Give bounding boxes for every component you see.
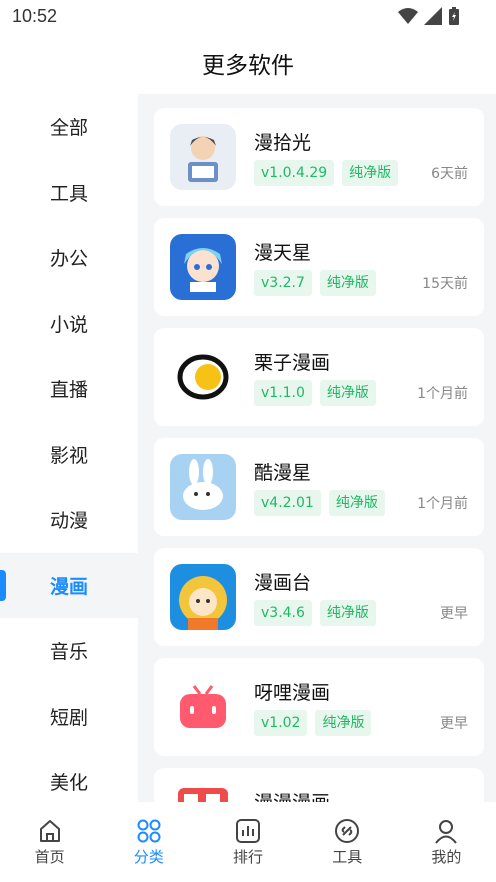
sidebar-item-label: 短剧 [49, 706, 88, 729]
book-icon [170, 784, 236, 802]
app-name: 呀哩漫画 [254, 682, 331, 704]
sidebar-item-tools[interactable]: 工具 [0, 160, 138, 226]
sidebar-item-label: 小说 [49, 313, 88, 336]
app-name: 酷漫星 [254, 462, 312, 484]
nav-label: 分类 [133, 848, 164, 866]
app-name: 栗子漫画 [254, 352, 331, 374]
sidebar-item-beautify[interactable]: 美化 [0, 749, 138, 802]
home-icon [39, 820, 60, 842]
app-card[interactable]: 呀哩漫画 v1.02 纯净版 更早 [154, 658, 484, 756]
version-badge: v3.4.6 [254, 600, 312, 626]
tv-icon [170, 674, 236, 740]
update-time: 15天前 [422, 276, 468, 292]
version-badge: v1.0.4.29 [254, 160, 335, 186]
sidebar-item-label: 办公 [49, 248, 88, 271]
anime-girl-icon [170, 234, 236, 300]
status-bar: 10:52 [0, 0, 496, 34]
tools-icon [335, 819, 360, 843]
sidebar-item-comics[interactable]: 漫画 [0, 552, 138, 618]
app-card[interactable]: 漫漫漫画 [154, 768, 484, 802]
pure-badge: 纯净版 [342, 160, 399, 186]
version-badge: v1.02 [254, 710, 308, 736]
sidebar-item-label: 影视 [49, 444, 88, 467]
app-card[interactable]: 漫天星 v3.2.7 纯净版 15天前 [154, 218, 484, 316]
sidebar-item-label: 直播 [49, 379, 88, 402]
update-time: 6天前 [431, 166, 468, 182]
app-name: 漫拾光 [254, 132, 312, 154]
rabbit-icon [170, 454, 236, 520]
nav-profile[interactable]: 我的 [397, 802, 496, 882]
boy-reading-icon [170, 124, 236, 190]
pure-badge: 纯净版 [328, 490, 385, 516]
bottom-nav: 首页 分类 排行 工具 我的 [0, 802, 496, 882]
sidebar-item-live[interactable]: 直播 [0, 356, 138, 422]
app-card[interactable]: 酷漫星 v4.2.01 纯净版 1个月前 [154, 438, 484, 536]
version-badge: v3.2.7 [254, 270, 312, 296]
nav-label: 排行 [233, 848, 264, 866]
update-time: 更早 [440, 716, 468, 732]
active-indicator [0, 569, 6, 601]
app-card[interactable]: 漫拾光 v1.0.4.29 纯净版 6天前 [154, 108, 484, 206]
sidebar-item-novel[interactable]: 小说 [0, 291, 138, 357]
app-tags: v3.2.7 纯净版 [254, 270, 376, 296]
ranking-icon [236, 819, 260, 843]
sidebar-item-label: 动漫 [49, 510, 88, 533]
app-name: 漫漫漫画 [254, 788, 330, 802]
app-card[interactable]: 漫画台 v3.4.6 纯净版 更早 [154, 548, 484, 646]
pure-badge: 纯净版 [319, 600, 376, 626]
pure-badge: 纯净版 [319, 380, 376, 406]
category-sidebar: 全部 工具 办公 小说 直播 影视 动漫 漫画 音乐 短剧 美化 [0, 94, 138, 802]
battery-icon [449, 7, 459, 25]
app-tags: v1.0.4.29 纯净版 [254, 160, 399, 186]
app-tags: v1.1.0 纯净版 [254, 380, 376, 406]
nav-tools[interactable]: 工具 [298, 802, 397, 882]
nav-label: 我的 [431, 848, 462, 866]
wifi-icon [398, 8, 418, 24]
status-time: 10:52 [12, 6, 58, 26]
sidebar-item-label: 全部 [49, 117, 88, 140]
update-time: 1个月前 [417, 496, 468, 512]
app-tags: v1.02 纯净版 [254, 710, 372, 736]
sidebar-item-label: 漫画 [49, 575, 88, 598]
nav-ranking[interactable]: 排行 [198, 802, 297, 882]
version-badge: v4.2.01 [254, 490, 321, 516]
sidebar-item-anime[interactable]: 动漫 [0, 487, 138, 553]
status-icons [398, 7, 460, 25]
version-badge: v1.1.0 [254, 380, 312, 406]
header: 更多软件 [0, 34, 496, 94]
app-name: 漫画台 [254, 572, 312, 594]
pure-badge: 纯净版 [315, 710, 372, 736]
page-title: 更多软件 [202, 53, 294, 79]
update-time: 更早 [440, 606, 468, 622]
sidebar-item-short-drama[interactable]: 短剧 [0, 684, 138, 750]
update-time: 1个月前 [417, 386, 468, 402]
nav-category[interactable]: 分类 [99, 802, 198, 882]
nav-label: 首页 [34, 848, 65, 866]
sidebar-item-label: 工具 [49, 182, 88, 205]
sidebar-item-office[interactable]: 办公 [0, 225, 138, 291]
sidebar-item-label: 美化 [49, 772, 88, 795]
nav-label: 工具 [332, 848, 363, 866]
app-list: 漫拾光 v1.0.4.29 纯净版 6天前 漫天星 v3.2.7 纯净版 15天… [138, 94, 496, 802]
app-card[interactable]: 栗子漫画 v1.1.0 纯净版 1个月前 [154, 328, 484, 426]
sidebar-item-music[interactable]: 音乐 [0, 618, 138, 684]
nav-home[interactable]: 首页 [0, 802, 99, 882]
lion-character-icon [170, 564, 236, 630]
signal-icon [424, 7, 442, 25]
sidebar-item-label: 音乐 [49, 641, 88, 664]
category-icon [137, 819, 161, 843]
app-name: 漫天星 [254, 242, 312, 264]
app-tags: v4.2.01 纯净版 [254, 490, 385, 516]
app-tags: v3.4.6 纯净版 [254, 600, 376, 626]
sidebar-item-video[interactable]: 影视 [0, 422, 138, 488]
pure-badge: 纯净版 [319, 270, 376, 296]
egg-icon [170, 344, 236, 410]
sidebar-item-all[interactable]: 全部 [0, 94, 138, 160]
profile-icon [435, 820, 458, 844]
